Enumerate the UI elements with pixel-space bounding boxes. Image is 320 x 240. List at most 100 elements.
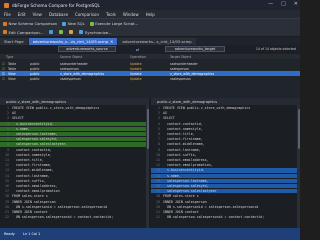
code-text: contact.firstname, [12,163,52,168]
code-text: salesperson.salesytd, [12,137,58,142]
scroll-thumb[interactable] [297,109,300,149]
synchronize-button[interactable]: Synchronize... [79,30,112,35]
code-line: 21 INNER JOIN contact [0,210,146,214]
code-line: 14 s.name, [151,173,297,178]
line-number: 21 [156,210,160,214]
execute-script-icon [89,21,94,26]
status-bar: Ready Ln 1 Col 1 [0,228,300,240]
col-type[interactable]: Type [6,55,13,59]
line-number: 18 [5,194,9,199]
target-db-box[interactable]: adventureworks_target [165,46,225,52]
edit-comparison-button[interactable]: Edit Comparison... [3,30,43,35]
menu-database[interactable]: Database [49,12,68,17]
close-icon[interactable]: ✕ [294,2,298,7]
col-operation[interactable]: Operation [130,55,146,59]
line-number: 3 [158,116,160,121]
cursor-position: Ln 1 Col 1 [22,232,41,236]
code-line: 5 contact.namestyle, [151,127,297,131]
maximize-icon[interactable]: □ [281,2,286,7]
code-text: AS [12,111,16,116]
code-text: CREATE VIEW public.v_store_with_demograp… [163,106,251,110]
code-line: 6 contact.title, [151,132,297,136]
code-line: 18 FROM sales.store s [151,194,297,198]
report-icon[interactable] [69,30,74,34]
filter-icon[interactable] [59,30,64,34]
menu-file[interactable]: File [4,12,11,17]
code-text: contact.emailaddress, [163,158,209,162]
source-db-box[interactable]: adventureworks_source [58,46,116,52]
target-scrollbar[interactable] [297,105,300,228]
menu-comparison[interactable]: Comparison [75,12,99,17]
line-number: 2 [7,111,9,116]
app-icon [4,2,9,8]
line-number: 14 [5,173,9,178]
line-number: 11 [5,158,9,162]
code-line: 4 contact.contactid, [151,122,297,126]
source-script-pane[interactable]: 1 CREATE VIEW public.v_store_with_demogra… [0,105,146,228]
col-source[interactable]: Source Object [60,55,82,59]
tab-comparison-active[interactable]: adventureworks_s...vs_cint_14/05.scmp ✕ [28,38,118,45]
code-text: INNER JOIN salesperson [163,199,207,204]
line-number: 6 [7,132,9,136]
code-line: 2 AS [0,111,146,115]
new-sql-icon [62,21,67,26]
tab-comparison-2[interactable]: adventureworks...s_cint_14/05.scmp [118,38,196,45]
col-target[interactable]: Target Object [170,55,191,59]
menu-tools[interactable]: Tools [106,12,116,17]
code-text: s.name, [12,126,30,131]
code-text: AS [163,111,167,116]
code-line: 13 contact.middlename, [0,168,146,172]
menu-view[interactable]: View [32,12,42,17]
code-line: 15 contact.suffix, [0,179,146,183]
refresh-icon[interactable] [49,30,54,34]
checkbox-icon[interactable]: ☑ [2,77,5,81]
code-line: 2 AS [151,111,297,115]
code-line: 6 salesperson.lastname, [0,132,146,137]
code-line: 5 s.name, [0,126,146,131]
checkbox-icon[interactable]: ☑ [2,67,5,71]
tab-start-page[interactable]: Start Page [0,38,28,45]
code-line: 15 salesperson.lastname, [151,178,297,183]
code-line: 1 CREATE VIEW public.v_store_with_demogra… [0,106,146,110]
code-text: contact.title, [12,158,44,162]
code-text: salesperson.saleslastyear, [12,142,68,147]
code-text: salesperson.saleslastyear [163,189,217,194]
table-row[interactable]: ☑ View public vsalesperson Update vsales… [0,76,300,81]
code-line: 10 contact.namestyle, [0,153,146,157]
checkbox-icon[interactable]: ☑ [2,72,5,76]
code-line: 12 contact.emailpromotion, [151,163,297,167]
line-number: 17 [5,189,9,194]
code-text: INNER JOIN salesperson [12,199,56,204]
code-text: contact.suffix, [12,178,46,183]
swap-icon[interactable]: ⇄ [136,47,139,52]
code-text: SELECT [12,116,24,121]
checkbox-icon[interactable]: ☑ [2,62,5,66]
minimize-icon[interactable]: — [268,2,273,7]
code-text: contact.emailaddress, [12,184,58,188]
menu-window[interactable]: Window [123,12,139,17]
code-text: contact.namestyle, [12,152,52,157]
new-comparison-button[interactable]: New Schema Comparison [3,21,57,26]
execute-script-button[interactable]: Execute Large Script... [89,21,138,26]
code-text: ON salesperson.salespersonid = contact.c… [12,215,114,220]
target-script-pane[interactable]: 1 CREATE VIEW public.v_store_with_demogra… [151,105,297,228]
code-line: 1 CREATE VIEW public.v_store_with_demogra… [151,106,297,110]
comparison-header: adventureworks_source ⇄ adventureworks_t… [0,45,300,54]
code-text: contact.middlename, [12,168,54,173]
scroll-thumb[interactable] [146,109,149,149]
menu-edit[interactable]: Edit [18,12,26,17]
code-text: contact.emailpromotion, [163,163,213,168]
source-scrollbar[interactable] [146,105,149,228]
new-sql-button[interactable]: New SQL [62,21,85,26]
menu-help[interactable]: Help [146,12,155,17]
code-line: 17 salesperson.saleslastyear [151,189,297,194]
status-text: Ready [4,232,15,236]
code-line: 8 salesperson.saleslastyear, [0,142,146,147]
line-number: 7 [7,137,9,142]
close-tab-icon[interactable]: ✕ [110,39,113,44]
code-text: salesperson.salesytd, [163,184,209,188]
comparison-grid: adventureworks_source ⇄ adventureworks_t… [0,45,300,98]
line-number: 19 [156,199,160,204]
title-bar: dbForge Schema Compare for PostgreSQL — … [0,0,300,10]
menu-bar: File Edit View Database Comparison Tools… [0,10,300,18]
